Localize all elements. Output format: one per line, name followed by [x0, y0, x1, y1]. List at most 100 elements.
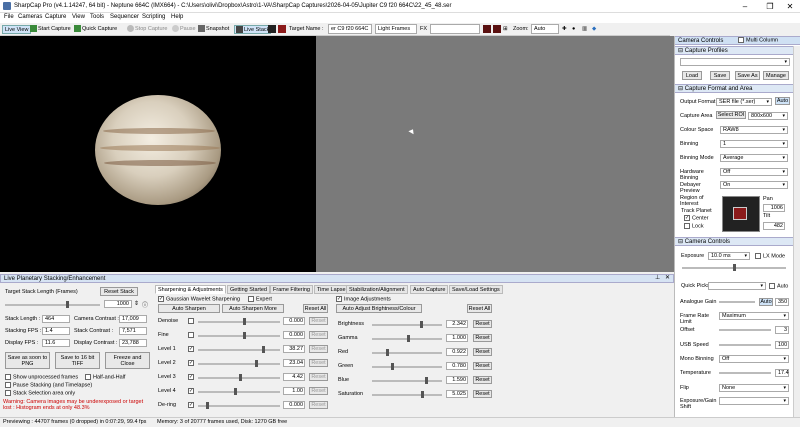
sharpen-slider[interactable] [198, 321, 280, 323]
target-name-input[interactable]: er C9 f20 664C [328, 24, 372, 34]
adjust-slider-thumb[interactable] [407, 335, 410, 342]
stack-selection-checkbox[interactable]: Stack Selection area only [5, 390, 75, 396]
format-select[interactable]: 800x600 [748, 112, 788, 120]
live-view-button[interactable]: Live View [2, 25, 32, 34]
target-stack-input[interactable]: 1000 [104, 300, 132, 308]
adjust-reset-button[interactable]: Reset [473, 362, 492, 370]
sharpen-enable-checkbox[interactable]: ✓ [188, 360, 194, 366]
adjust-slider[interactable] [372, 366, 442, 368]
sharpen-enable-checkbox[interactable] [188, 332, 194, 338]
tilt-input[interactable]: 482 [763, 222, 785, 230]
save-button[interactable]: Save [710, 71, 730, 80]
checkbox-box[interactable] [5, 374, 11, 380]
tab-getting-started[interactable]: Getting Started [227, 285, 270, 294]
sharpen-reset-all-button[interactable]: Reset All [303, 304, 328, 313]
fx-select[interactable] [430, 24, 480, 34]
zoom-select[interactable]: Auto [531, 24, 559, 34]
expert-checkbox[interactable]: Expert [248, 296, 272, 302]
capture-profiles-header[interactable]: ⊟ Capture Profiles [675, 46, 793, 55]
adjust-reset-all-button[interactable]: Reset All [467, 304, 492, 313]
menu-help[interactable]: Help [171, 14, 183, 20]
roi-preview[interactable] [722, 196, 760, 232]
roi-box[interactable] [733, 207, 747, 220]
pause-button[interactable]: Pause [172, 25, 196, 34]
auto-sharpen-more-button[interactable]: Auto Sharpen More [222, 304, 284, 313]
quick-capture-button[interactable]: Quick Capture [74, 25, 117, 34]
checkbox-box[interactable] [248, 296, 254, 302]
adjust-slider-thumb[interactable] [419, 321, 423, 328]
adjust-reset-button[interactable]: Reset [473, 348, 492, 356]
save-as-button[interactable]: Save As [735, 71, 760, 80]
sharpen-reset-button[interactable]: Reset [309, 317, 328, 325]
tab-time-lapse[interactable]: Time Lapse [314, 285, 349, 294]
adjust-value[interactable]: 2.342 [446, 320, 468, 328]
manage-button[interactable]: Manage [763, 71, 789, 80]
camera-controls-section-header[interactable]: ⊟ Camera Controls [675, 237, 793, 246]
sharpen-slider-thumb[interactable] [239, 374, 242, 381]
start-capture-button[interactable]: Start Capture [30, 25, 71, 34]
sharpen-reset-button[interactable]: Reset [309, 331, 328, 339]
tab-stabilization[interactable]: Stabilization/Alignment [346, 285, 408, 294]
sharpen-reset-button[interactable]: Reset [309, 359, 328, 367]
checkbox-box[interactable] [5, 382, 11, 388]
pause-stacking-checkbox[interactable]: Pause Stacking (and Timelapse) [5, 382, 92, 388]
target-stack-slider[interactable] [5, 304, 100, 306]
adjust-slider-thumb[interactable] [386, 349, 389, 356]
tools-icon[interactable]: ◆ [592, 25, 596, 34]
sharpen-value[interactable]: 4.42 [283, 373, 305, 381]
checkbox-box[interactable] [769, 283, 775, 289]
maximize-icon[interactable]: ❐ [760, 1, 780, 12]
exposure-select[interactable]: 10.0 ms [708, 252, 750, 260]
image-adjustments-checkbox[interactable]: ✓ Image Adjustments [336, 296, 391, 302]
snapshot-button[interactable]: Snapshot [198, 25, 229, 34]
format-area-header[interactable]: ⊟ Capture Format and Area [675, 84, 793, 93]
sharpen-slider[interactable] [198, 363, 280, 365]
target-stack-slider-thumb[interactable] [66, 301, 69, 308]
menu-scripting[interactable]: Scripting [142, 14, 165, 20]
sharpen-slider-thumb[interactable] [261, 346, 265, 353]
sharpen-slider-thumb[interactable] [243, 332, 247, 339]
auto-gain-button[interactable]: Auto [759, 298, 773, 306]
show-unprocessed-checkbox[interactable]: Show unprocessed frames [5, 374, 78, 380]
camera-control-select[interactable]: Maximum [719, 312, 789, 320]
quick-picks-select[interactable] [708, 282, 766, 290]
sharpen-slider-thumb[interactable] [255, 360, 259, 367]
camera-control-select[interactable] [719, 397, 789, 405]
camera-control-slider[interactable] [719, 372, 771, 374]
sharpen-value[interactable]: 1.00 [283, 387, 305, 395]
checkbox-box[interactable]: ✓ [158, 296, 164, 302]
sharpen-reset-button[interactable]: Reset [309, 387, 328, 395]
lock-checkbox[interactable]: Lock [684, 223, 704, 229]
sharpen-value[interactable]: 0.000 [283, 331, 305, 339]
tab-sharpening[interactable]: Sharpening & Adjustments [155, 285, 226, 294]
lx-mode-checkbox[interactable]: LX Mode [755, 253, 785, 259]
sharpen-slider[interactable] [198, 349, 280, 351]
info-icon[interactable]: ⓘ [142, 300, 148, 309]
sharpen-slider-thumb[interactable] [243, 318, 247, 325]
multi-column-checkbox[interactable]: Multi Column [738, 37, 778, 43]
format-select[interactable]: RAW8 [720, 126, 788, 134]
adjust-slider[interactable] [372, 324, 442, 326]
sharpen-slider-thumb[interactable] [206, 402, 210, 409]
format-select[interactable]: Average [720, 154, 788, 162]
sharpen-enable-checkbox[interactable]: ✓ [188, 402, 194, 408]
auto-adjust-button[interactable]: Auto Adjust Brightness/Colour [336, 304, 422, 313]
checkbox-box[interactable] [684, 223, 690, 229]
gaussian-checkbox[interactable]: ✓ Gaussian Wavelet Sharpening [158, 296, 240, 302]
menu-capture[interactable]: Capture [45, 14, 66, 20]
stop-capture-button[interactable]: Stop Capture [127, 25, 167, 34]
checkbox-box[interactable] [755, 253, 761, 259]
sharpen-reset-button[interactable]: Reset [309, 373, 328, 381]
camera-control-value[interactable]: 100 [775, 341, 789, 349]
adjust-slider-thumb[interactable] [421, 391, 424, 398]
load-button[interactable]: Load [682, 71, 702, 80]
sharpen-slider-thumb[interactable] [234, 388, 238, 395]
tab-save-load[interactable]: Save/Load Settings [449, 285, 503, 294]
sharpen-enable-checkbox[interactable]: ✓ [188, 388, 194, 394]
adjust-slider[interactable] [372, 394, 442, 396]
menu-tools[interactable]: Tools [90, 14, 104, 20]
sharpen-enable-checkbox[interactable]: ✓ [188, 374, 194, 380]
format-select[interactable]: SER file (*.ser) [716, 98, 772, 106]
save-png-button[interactable]: Save as soon to PNG [5, 352, 50, 369]
minimize-icon[interactable]: – [735, 1, 755, 12]
